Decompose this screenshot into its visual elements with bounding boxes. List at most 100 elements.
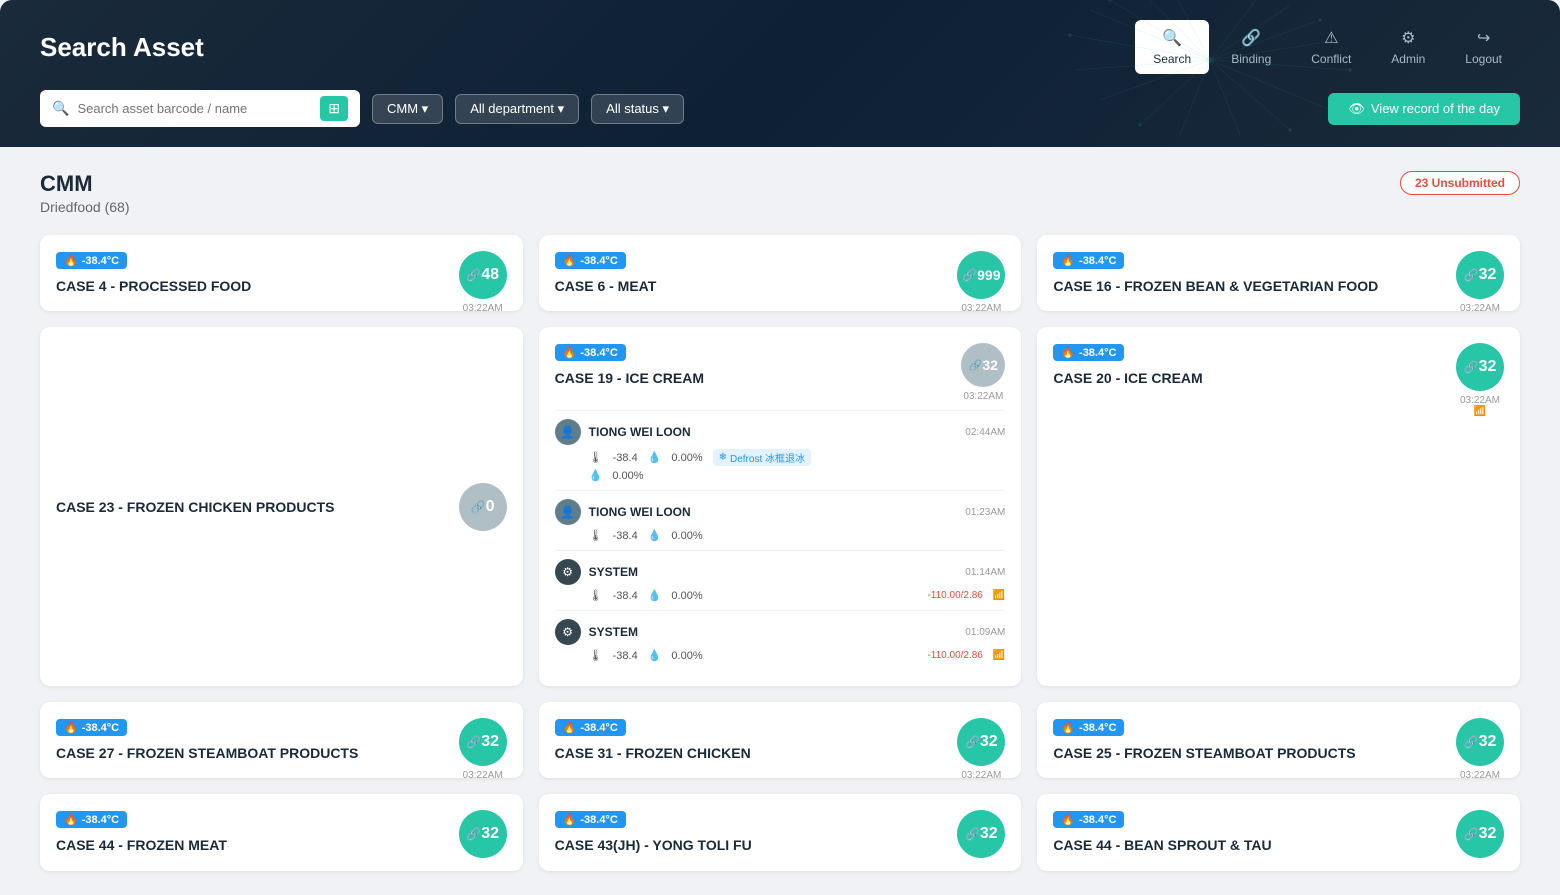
card-case27[interactable]: 🔥 -38.4°C 🔗 32 03:22AM 📶 CASE 27 - FROZE…	[40, 702, 523, 778]
link-icon: 🔗	[1464, 268, 1479, 282]
system-avatar: ⚙	[555, 559, 581, 585]
department-filter[interactable]: All department ▾	[455, 94, 579, 124]
card-name: CASE 20 - ICE CREAM	[1053, 369, 1504, 387]
flame-icon: 🔥	[563, 254, 577, 267]
section-info: CMM Driedfood (68)	[40, 171, 130, 215]
card-value-area: 🔗 48 03:22AM 📶	[459, 251, 507, 311]
card-time: 03:22AM	[1460, 770, 1500, 778]
flame-icon: 🔥	[1061, 813, 1075, 826]
card-value-area: 🔗 32 03:22AM 📶	[459, 718, 507, 778]
card-time: 03:22AM	[963, 391, 1003, 402]
activity-entry-1: 👤 TIONG WEI LOON 02:44AM 🌡 -38.4 💧 0.00%…	[555, 410, 1006, 490]
flame-icon: 🔥	[563, 721, 577, 734]
card-case23[interactable]: CASE 23 - FROZEN CHICKEN PRODUCTS 🔗 0	[40, 327, 523, 686]
card-case19-expanded[interactable]: 🔥 -38.4°C CASE 19 - ICE CREAM 🔗 32 03:22…	[539, 327, 1022, 686]
link-icon: 🔗	[1464, 360, 1479, 374]
value-circle: 🔗 32	[957, 810, 1005, 858]
nav-admin[interactable]: ⚙ Admin	[1373, 20, 1443, 74]
thermometer-icon: 🌡	[589, 529, 603, 542]
section-title: CMM	[40, 171, 130, 197]
barcode-scan-button[interactable]: ⊞	[320, 96, 348, 121]
card-value-area: 🔗 32 03:22AM 📶	[1456, 343, 1504, 417]
value-circle: 🔗 32	[1456, 718, 1504, 766]
logout-icon: ↪	[1477, 28, 1490, 48]
activity-metrics: 🌡 -38.4 💧 0.00% ❄ Defrost 冰框退冰	[555, 449, 1006, 466]
flame-icon: 🔥	[563, 813, 577, 826]
link-icon: 🔗	[466, 268, 481, 282]
value-circle: 🔗 32	[1456, 343, 1504, 391]
card-name: CASE 6 - MEAT	[555, 277, 1006, 295]
user-avatar: 👤	[555, 499, 581, 525]
section-subtitle: Driedfood (68)	[40, 199, 130, 215]
link-icon: 🔗	[965, 827, 980, 841]
value-circle: 🔗 48	[459, 251, 507, 299]
conflict-icon: ⚠	[1324, 28, 1338, 48]
activity-time: 02:44AM	[965, 427, 1005, 438]
activity-entry-4: ⚙ SYSTEM 01:09AM 🌡 -38.4 💧 0.00% -110.00…	[555, 610, 1006, 670]
temp-badge: 🔥 -38.4°C	[555, 811, 626, 828]
flame-icon: 🔥	[64, 813, 78, 826]
card-case44-bean[interactable]: 🔥 -38.4°C 🔗 32 CASE 44 - BEAN SPROUT & T…	[1037, 794, 1520, 870]
eye-icon: 👁	[1348, 101, 1365, 117]
link-icon: 🔗	[962, 268, 977, 282]
system-avatar: ⚙	[555, 619, 581, 645]
card-value-area: 🔗 32	[957, 810, 1005, 858]
card-name: CASE 31 - FROZEN CHICKEN	[555, 744, 1006, 762]
value-circle: 🔗 32	[1456, 251, 1504, 299]
card-case6[interactable]: 🔥 -38.4°C 🔗 999 03:22AM 📶 CASE 6 - MEAT	[539, 235, 1022, 311]
card-case43[interactable]: 🔥 -38.4°C 🔗 32 CASE 43(JH) - YONG TOLI F…	[539, 794, 1022, 870]
card-case31[interactable]: 🔥 -38.4°C 🔗 32 03:22AM 📶 CASE 31 - FROZE…	[539, 702, 1022, 778]
link-icon: 🔗	[466, 735, 481, 749]
status-filter[interactable]: All status ▾	[591, 94, 684, 124]
temp-badge: 🔥 -38.4°C	[56, 719, 127, 736]
activity-extra-metrics: 💧 0.00%	[555, 469, 1006, 482]
defrost-tag: ❄ Defrost 冰框退冰	[713, 449, 811, 466]
nav-search[interactable]: 🔍 Search	[1135, 20, 1209, 74]
search-input[interactable]	[77, 101, 312, 116]
cards-grid: 🔥 -38.4°C 🔗 48 03:22AM 📶 CASE 4 - PROCES…	[40, 235, 1520, 871]
activity-change: -110.00/2.86	[927, 590, 982, 601]
thermometer-icon: 🌡	[589, 589, 603, 602]
card-name: CASE 19 - ICE CREAM	[555, 369, 704, 387]
humidity-icon: 💧	[648, 649, 662, 662]
value-circle: 🔗 32	[961, 343, 1005, 387]
activity-name: SYSTEM	[589, 625, 958, 639]
cmm-filter[interactable]: CMM ▾	[372, 94, 443, 124]
view-record-button[interactable]: 👁 View record of the day	[1328, 93, 1520, 125]
value-circle: 🔗 32	[957, 718, 1005, 766]
value-circle: 🔗 32	[459, 810, 507, 858]
value-circle: 🔗 999	[957, 251, 1005, 299]
humidity-icon-2: 💧	[589, 469, 603, 482]
card-case4[interactable]: 🔥 -38.4°C 🔗 48 03:22AM 📶 CASE 4 - PROCES…	[40, 235, 523, 311]
card-name: CASE 16 - FROZEN BEAN & VEGETARIAN FOOD	[1053, 277, 1504, 295]
app-container: Search Asset 🔍 Search 🔗 Binding ⚠ Confli…	[0, 0, 1560, 895]
value-circle: 🔗 32	[459, 718, 507, 766]
temp-badge: 🔥 -38.4°C	[1053, 344, 1124, 361]
header-bottom: 🔍 ⊞ CMM ▾ All department ▾ All status ▾ …	[40, 90, 1520, 127]
card-case25[interactable]: 🔥 -38.4°C 🔗 32 03:22AM 📶 CASE 25 - FROZE…	[1037, 702, 1520, 778]
card-name: CASE 44 - BEAN SPROUT & TAU	[1053, 836, 1504, 854]
card-name: CASE 23 - FROZEN CHICKEN PRODUCTS	[56, 498, 459, 516]
temp-badge: 🔥 -38.4°C	[1053, 811, 1124, 828]
activity-entry-3: ⚙ SYSTEM 01:14AM 🌡 -38.4 💧 0.00% -110.00…	[555, 550, 1006, 610]
nav-conflict[interactable]: ⚠ Conflict	[1293, 20, 1369, 74]
nav-logout[interactable]: ↪ Logout	[1447, 20, 1520, 74]
card-case16[interactable]: 🔥 -38.4°C 🔗 32 03:22AM 📶 CASE 16 - FROZE…	[1037, 235, 1520, 311]
card-value-area: 🔗 32	[1456, 810, 1504, 858]
card-time: 03:22AM	[1460, 395, 1500, 406]
link-icon: 🔗	[1464, 735, 1479, 749]
nav-binding[interactable]: 🔗 Binding	[1213, 20, 1289, 74]
card-case20[interactable]: 🔥 -38.4°C 🔗 32 03:22AM 📶 CASE 20 - ICE C…	[1037, 327, 1520, 686]
search-nav-icon: 🔍	[1162, 28, 1182, 48]
card-value-area: 🔗 32 03:22AM 📶	[957, 718, 1005, 778]
activity-user: ⚙ SYSTEM 01:14AM	[555, 559, 1006, 585]
value-circle: 🔗 0	[459, 483, 507, 531]
card-name: CASE 43(JH) - YONG TOLI FU	[555, 836, 1006, 854]
main-content: CMM Driedfood (68) 23 Unsubmitted 🔥 -38.…	[0, 147, 1560, 895]
unsubmitted-badge: 23 Unsubmitted	[1400, 171, 1520, 195]
signal-icon-small: 📶	[993, 650, 1005, 661]
signal-icon: 📶	[1474, 406, 1486, 417]
activity-user: 👤 TIONG WEI LOON 02:44AM	[555, 419, 1006, 445]
header: Search Asset 🔍 Search 🔗 Binding ⚠ Confli…	[0, 0, 1560, 147]
card-case44-meat[interactable]: 🔥 -38.4°C 🔗 32 CASE 44 - FROZEN MEAT	[40, 794, 523, 870]
